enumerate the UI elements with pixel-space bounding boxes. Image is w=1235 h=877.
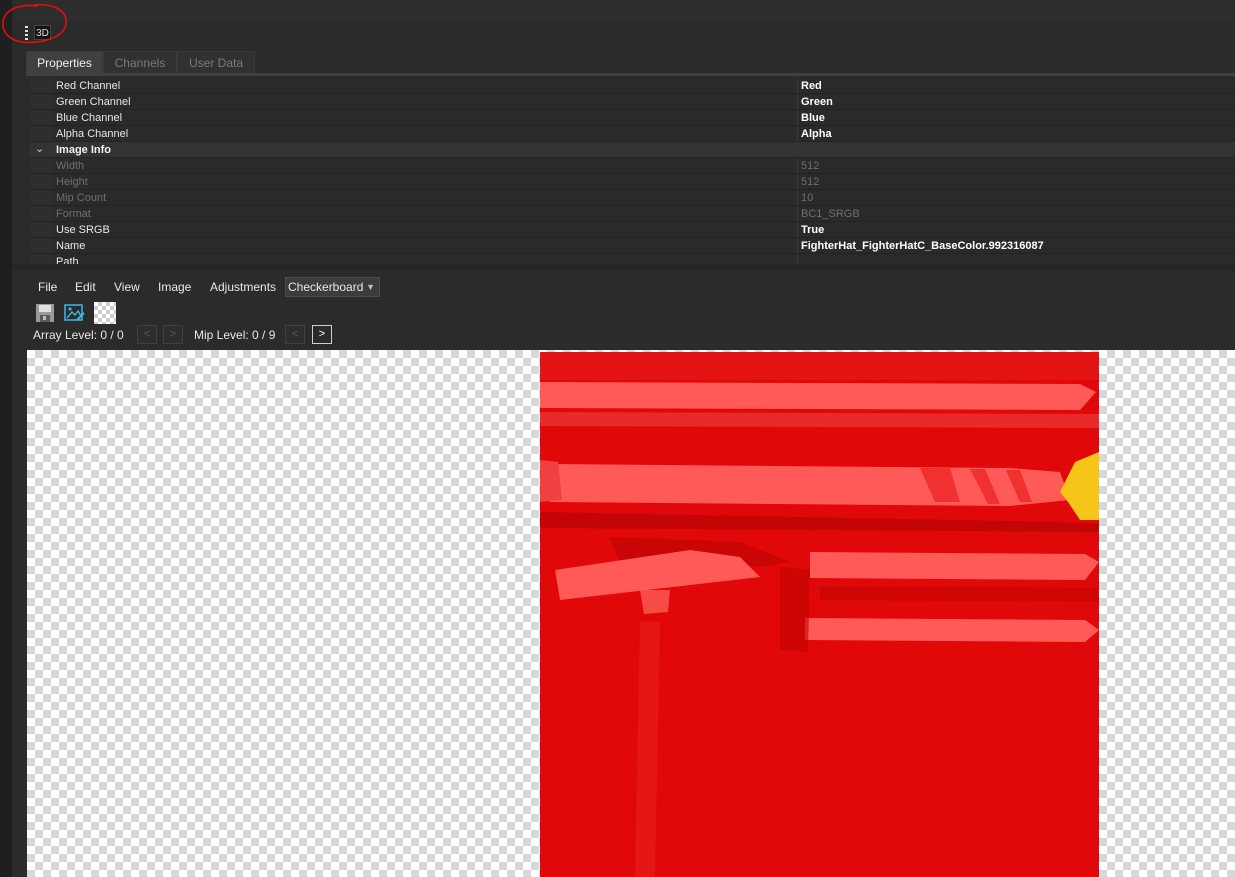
property-value: 512 — [801, 176, 820, 188]
panel-splitter[interactable] — [12, 264, 1235, 270]
menu-adjustments[interactable]: Adjustments — [210, 279, 276, 295]
top-bar — [12, 0, 1235, 21]
dropdown-arrow-icon: ▼ — [366, 282, 375, 292]
property-value: BC1_SRGB — [801, 208, 860, 220]
property-value[interactable]: Red — [801, 79, 822, 93]
category-label: Image Info — [56, 144, 112, 156]
property-row-format: Format BC1_SRGB — [30, 206, 1235, 222]
menu-image[interactable]: Image — [158, 279, 191, 295]
background-select[interactable]: Checkerboard ▼ — [285, 277, 380, 297]
property-row-path[interactable]: Path — [30, 254, 1235, 264]
mip-prev-button[interactable]: < — [285, 325, 305, 344]
texture-preview — [540, 352, 1099, 877]
export-image-icon[interactable] — [64, 303, 86, 323]
tab-channels[interactable]: Channels — [103, 51, 177, 73]
chevron-down-icon[interactable]: ⌄ — [35, 142, 44, 156]
property-name: Height — [56, 176, 88, 188]
property-row-height: Height 512 — [30, 174, 1235, 190]
tab-properties[interactable]: Properties — [26, 51, 103, 73]
property-name: Alpha Channel — [56, 128, 129, 140]
property-value: 10 — [801, 192, 814, 204]
mip-next-button[interactable]: > — [312, 325, 332, 344]
property-row-blue-channel[interactable]: Blue Channel Blue — [30, 110, 1235, 126]
property-value[interactable]: True — [801, 223, 824, 237]
background-select-value: Checkerboard — [288, 280, 364, 294]
menu-view[interactable]: View — [114, 279, 140, 295]
property-grid: Red Channel Red Green Channel Green Blue… — [30, 78, 1235, 264]
menu-edit[interactable]: Edit — [75, 279, 96, 295]
property-name: Green Channel — [56, 96, 131, 108]
property-row-name[interactable]: Name FighterHat_FighterHatC_BaseColor.99… — [30, 238, 1235, 254]
property-row-mip-count: Mip Count 10 — [30, 190, 1235, 206]
checkerboard-icon[interactable] — [94, 302, 116, 324]
property-row-green-channel[interactable]: Green Channel Green — [30, 94, 1235, 110]
property-row-use-srgb[interactable]: Use SRGB True — [30, 222, 1235, 238]
array-prev-button[interactable]: < — [137, 325, 157, 344]
property-value[interactable]: Green — [801, 95, 833, 109]
menu-file[interactable]: File — [38, 279, 57, 295]
image-viewport[interactable] — [27, 350, 1235, 877]
property-name: Width — [56, 160, 85, 172]
property-name: Use SRGB — [56, 224, 110, 236]
property-name: Mip Count — [56, 192, 107, 204]
property-value: 512 — [801, 160, 820, 172]
tab-user-data[interactable]: User Data — [177, 51, 255, 73]
property-name: Red Channel — [56, 80, 121, 92]
property-row-red-channel[interactable]: Red Channel Red — [30, 78, 1235, 94]
save-icon[interactable] — [35, 303, 55, 323]
property-name: Format — [56, 208, 91, 220]
property-value[interactable]: Alpha — [801, 127, 832, 141]
property-name: Name — [56, 240, 86, 252]
property-name: Path — [56, 256, 79, 264]
panel-header — [12, 20, 1235, 50]
mip-level-label: Mip Level: 0 / 9 — [194, 328, 276, 342]
left-dock-strip — [0, 0, 12, 877]
drag-handle-icon[interactable] — [25, 26, 29, 42]
array-level-label: Array Level: 0 / 0 — [33, 328, 124, 342]
property-value[interactable]: Blue — [801, 111, 825, 125]
tab-underline — [26, 73, 1235, 76]
property-value[interactable]: FighterHat_FighterHatC_BaseColor.9923160… — [801, 239, 1044, 253]
property-row-width: Width 512 — [30, 158, 1235, 174]
property-name: Blue Channel — [56, 112, 123, 124]
category-image-info[interactable]: ⌄ Image Info — [30, 142, 1235, 158]
3d-badge-icon[interactable]: 3D — [34, 25, 51, 40]
array-next-button[interactable]: > — [163, 325, 183, 344]
property-row-alpha-channel[interactable]: Alpha Channel Alpha — [30, 126, 1235, 142]
